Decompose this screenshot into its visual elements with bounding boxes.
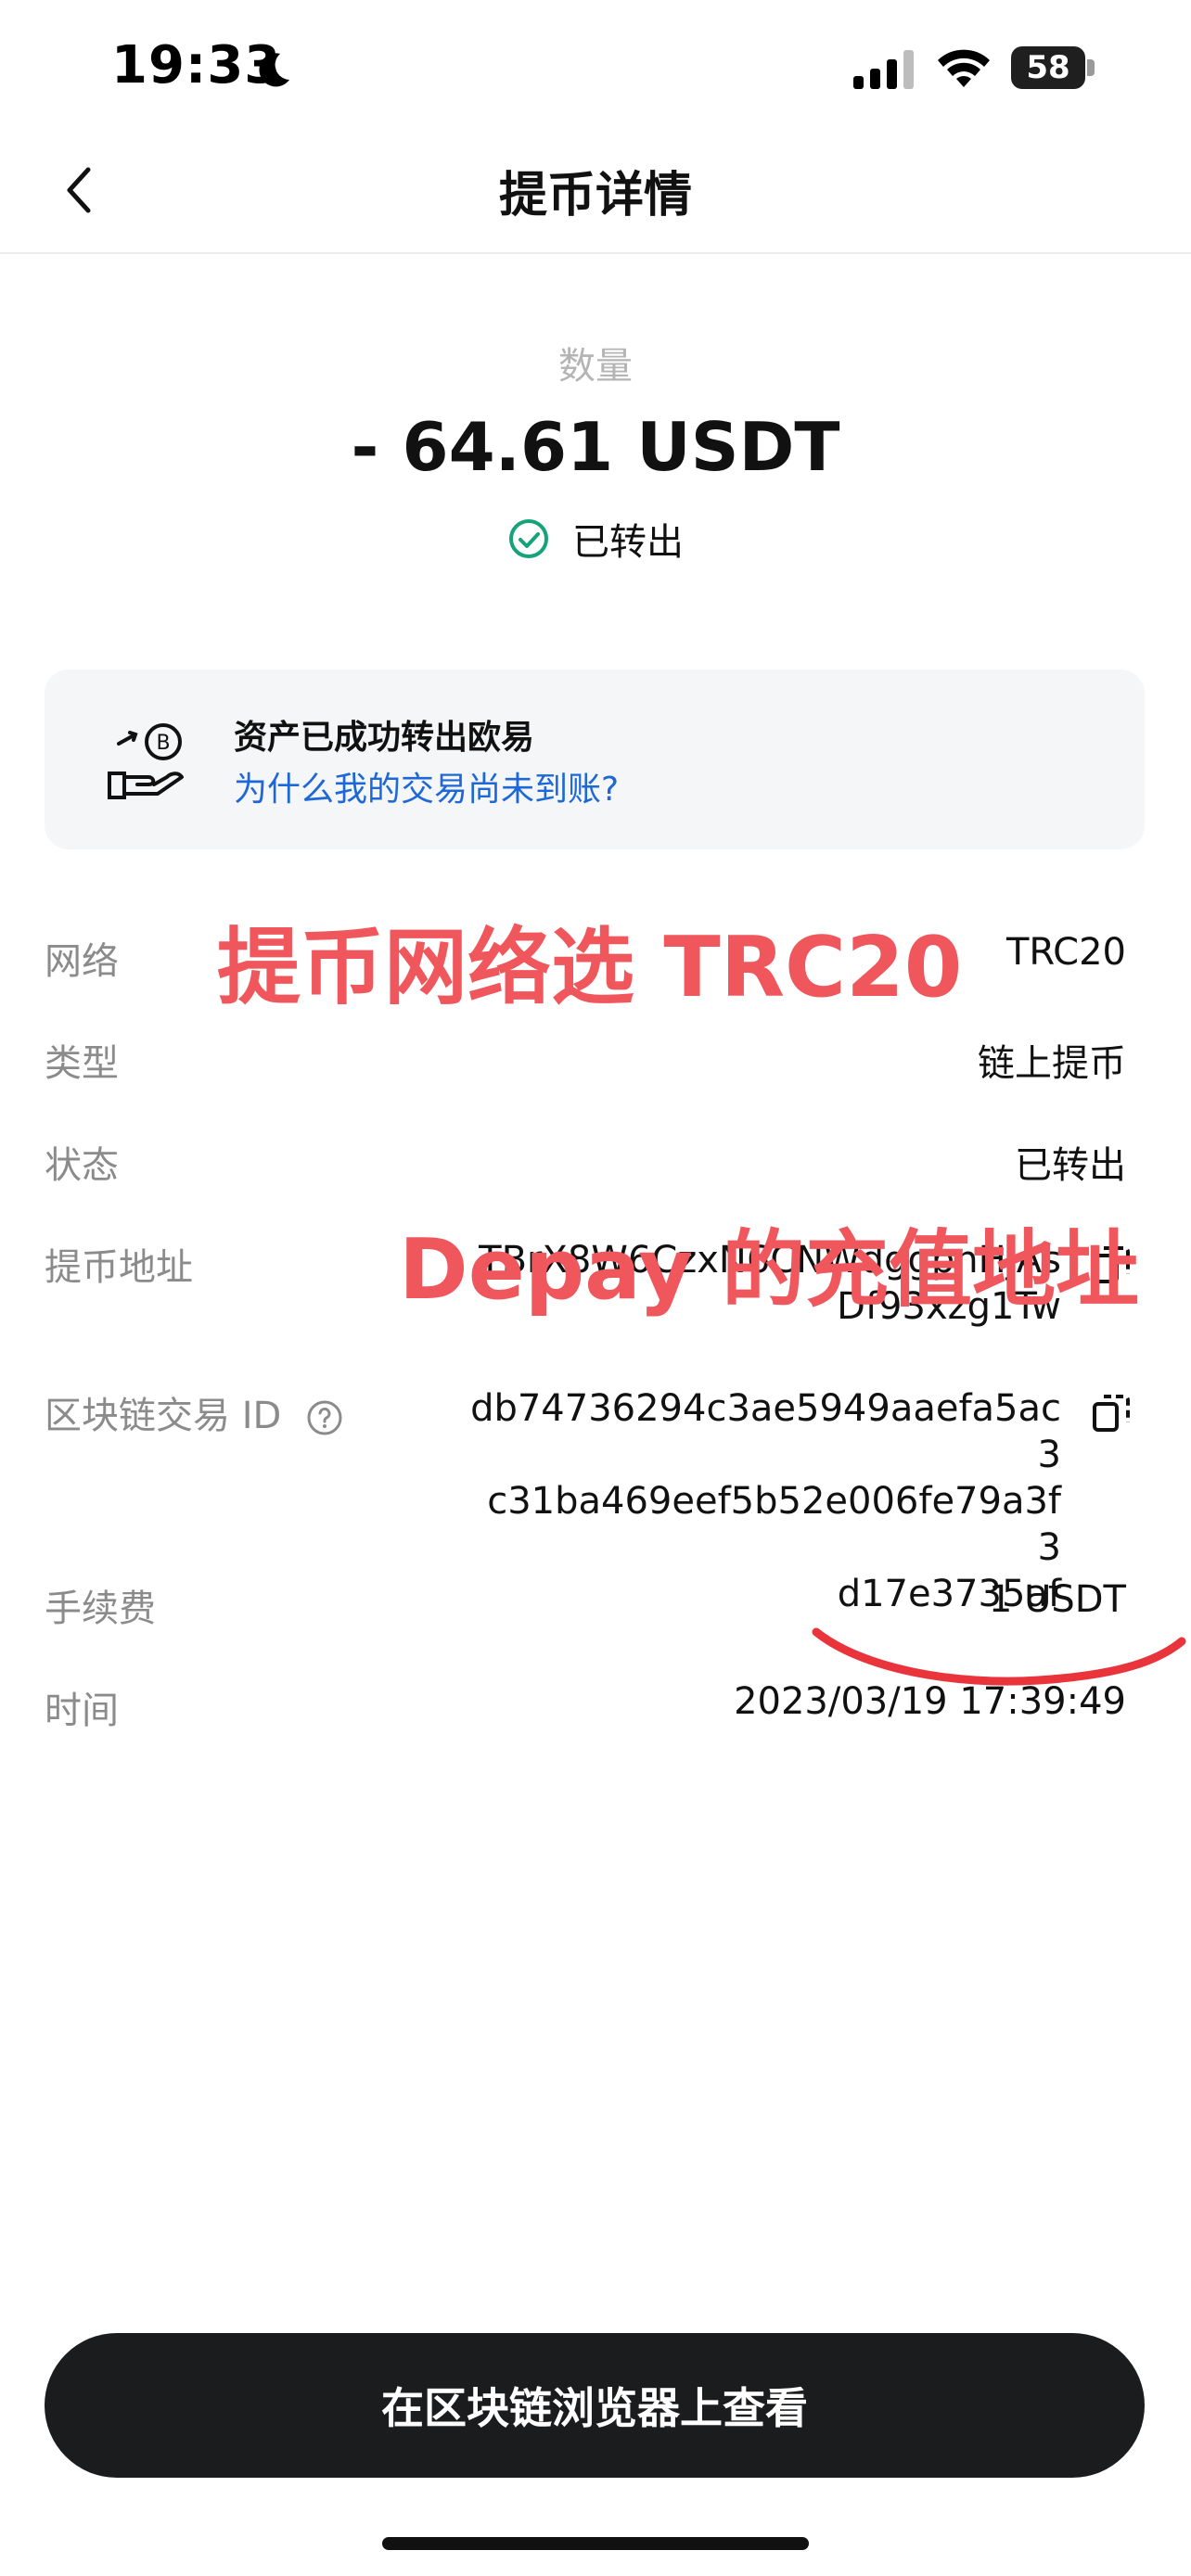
transfer-status: 已转出 xyxy=(572,521,684,564)
battery-cap xyxy=(1087,59,1095,76)
wifi-icon xyxy=(938,49,990,87)
txid-label: 区块链交易 ID xyxy=(45,1385,343,1439)
signal-icon xyxy=(853,50,914,89)
notice-title: 资产已成功转出欧易 xyxy=(234,719,535,757)
copy-icon[interactable] xyxy=(1091,1393,1132,1434)
network-annotation: 提币网络选 TRC20 xyxy=(217,919,963,1016)
txid-line-3: d17e3735af xyxy=(837,1573,1061,1615)
status-row: 已转出 xyxy=(0,512,1191,566)
svg-text:B: B xyxy=(156,732,170,755)
time-label: 时间 xyxy=(45,1690,119,1732)
page-title: 提币详情 xyxy=(498,168,692,223)
txid-line-1: db74736294c3ae5949aaefa5ac3 xyxy=(470,1387,1061,1476)
battery-indicator: 58 xyxy=(1011,46,1096,89)
network-label: 网络 xyxy=(45,940,119,983)
txid-label-text: 区块链交易 ID xyxy=(45,1395,282,1437)
state-label: 状态 xyxy=(45,1144,119,1187)
address-label: 提币地址 xyxy=(45,1246,193,1289)
type-value: 链上提币 xyxy=(978,1042,1126,1085)
help-icon[interactable] xyxy=(306,1399,343,1436)
fee-label: 手续费 xyxy=(45,1588,156,1630)
network-value: TRC20 xyxy=(1005,931,1126,974)
battery-level: 58 xyxy=(1011,46,1085,89)
check-circle-icon xyxy=(509,519,548,558)
home-indicator[interactable] xyxy=(382,2537,809,2550)
notice-card: B 资产已成功转出欧易 为什么我的交易尚未到账? xyxy=(45,670,1145,849)
fee-underline-mark xyxy=(812,1627,1186,1686)
type-label: 类型 xyxy=(45,1042,119,1085)
moon-icon xyxy=(259,53,289,87)
txid-line-2: c31ba469eef5b52e006fe79a3f3 xyxy=(487,1480,1061,1569)
state-value: 已转出 xyxy=(1015,1144,1126,1187)
notice-help-link[interactable]: 为什么我的交易尚未到账? xyxy=(234,762,619,810)
address-annotation: Depay 的充值地址 xyxy=(399,1221,1140,1319)
header-divider xyxy=(0,252,1191,254)
amount-value: - 64.61 USDT xyxy=(351,408,840,486)
amount-label: 数量 xyxy=(558,345,633,388)
hand-coin-icon: B xyxy=(108,723,184,799)
txid-value: db74736294c3ae5949aaefa5ac3 c31ba469eef5… xyxy=(467,1385,1061,1617)
view-in-explorer-button[interactable]: 在区块链浏览器上查看 xyxy=(45,2333,1145,2478)
